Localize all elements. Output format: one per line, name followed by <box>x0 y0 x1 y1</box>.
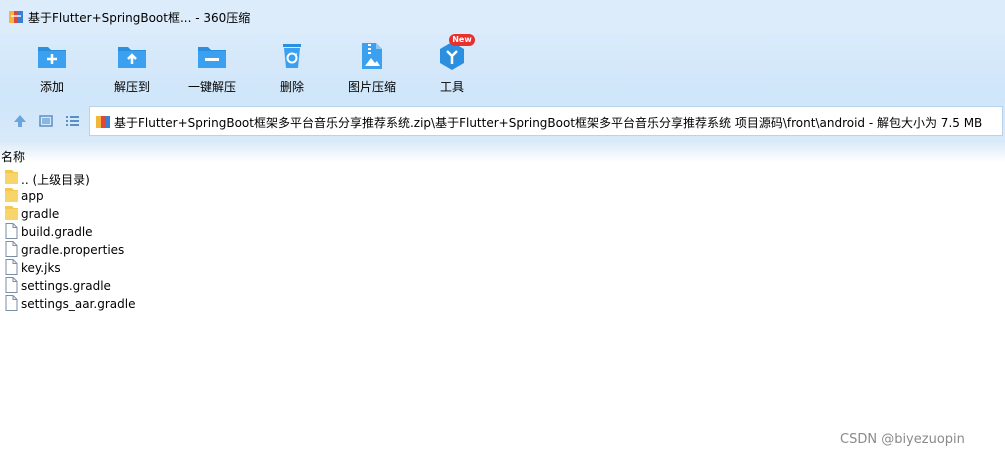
list-item-name: key.jks <box>21 261 61 275</box>
folder-icon <box>5 206 18 220</box>
column-name-header[interactable]: 名称 <box>1 148 25 165</box>
column-header: 名称 <box>0 142 1005 165</box>
list-item[interactable]: build.gradle <box>0 223 300 241</box>
tools-label: 工具 <box>439 80 464 94</box>
toolbar: 添加 解压到 一键解压 删除 图片压缩 New 工具 <box>0 34 1005 100</box>
up-level-icon[interactable] <box>12 113 28 129</box>
archive-icon <box>96 116 110 128</box>
file-icon <box>5 295 18 311</box>
file-icon <box>5 241 18 257</box>
list-item-name: build.gradle <box>21 225 93 239</box>
extract-to-button[interactable]: 解压到 <box>97 34 167 100</box>
one-click-extract-label: 一键解压 <box>187 80 236 94</box>
extract-to-icon <box>118 47 146 68</box>
file-icon <box>5 223 18 239</box>
file-icon <box>5 259 18 275</box>
delete-button[interactable]: 删除 <box>257 34 327 100</box>
extract-to-label: 解压到 <box>113 80 150 94</box>
list-item-name: gradle <box>21 207 60 221</box>
thumbnail-view-icon[interactable] <box>38 113 54 129</box>
folder-icon <box>5 188 18 202</box>
path-field[interactable]: 基于Flutter+SpringBoot框架多平台音乐分享推荐系统.zip\基于… <box>89 106 1003 136</box>
image-compress-button[interactable]: 图片压缩 <box>337 34 407 100</box>
list-item[interactable]: key.jks <box>0 259 300 277</box>
watermark: CSDN @biyezuopin <box>840 432 965 447</box>
list-item[interactable]: .. (上级目录) <box>0 169 300 187</box>
delete-label: 删除 <box>279 80 304 94</box>
path-text: 基于Flutter+SpringBoot框架多平台音乐分享推荐系统.zip\基于… <box>114 116 983 130</box>
new-badge: New <box>449 34 475 46</box>
one-click-extract-icon <box>198 47 226 68</box>
list-item-name: gradle.properties <box>21 243 125 257</box>
list-item-name: app <box>21 189 44 203</box>
add-label: 添加 <box>39 80 64 94</box>
360zip-app-icon <box>9 11 23 23</box>
folder-icon <box>5 170 18 184</box>
list-item-name: settings_aar.gradle <box>21 297 136 311</box>
file-icon <box>5 277 18 293</box>
list-item[interactable]: gradle <box>0 205 300 223</box>
list-view-icon[interactable] <box>64 113 80 129</box>
list-item[interactable]: app <box>0 187 300 205</box>
one-click-extract-button[interactable]: 一键解压 <box>177 34 247 100</box>
add-folder-icon <box>38 47 66 68</box>
list-item[interactable]: gradle.properties <box>0 241 300 259</box>
window-title: 基于Flutter+SpringBoot框... - 360压缩 <box>28 11 251 25</box>
title-bar: 基于Flutter+SpringBoot框... - 360压缩 <box>0 0 1005 34</box>
image-compress-icon <box>362 43 382 69</box>
image-compress-label: 图片压缩 <box>347 80 396 94</box>
list-item-name: .. (上级目录) <box>21 173 90 187</box>
list-item[interactable]: settings_aar.gradle <box>0 295 300 313</box>
recycle-bin-icon <box>283 44 301 68</box>
list-item-name: settings.gradle <box>21 279 111 293</box>
address-bar: 基于Flutter+SpringBoot框架多平台音乐分享推荐系统.zip\基于… <box>0 100 1005 142</box>
list-item[interactable]: settings.gradle <box>0 277 300 295</box>
tools-button[interactable]: New 工具 <box>417 34 487 100</box>
add-button[interactable]: 添加 <box>17 34 87 100</box>
